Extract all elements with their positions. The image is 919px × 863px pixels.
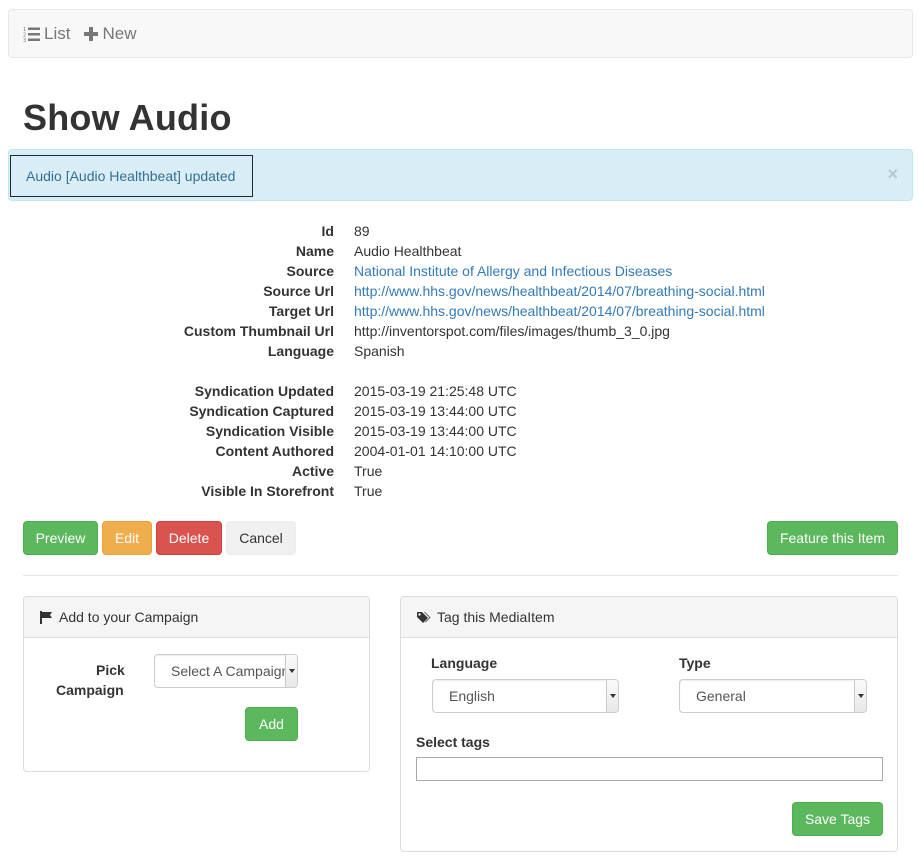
pick-campaign-label-line2: Campaign	[56, 682, 124, 698]
delete-button[interactable]: Delete	[156, 521, 222, 555]
detail-row-active: Active True	[0, 461, 919, 481]
plus-icon	[84, 26, 99, 41]
detail-row-visible-in-storefront: Visible In Storefront True	[0, 481, 919, 501]
detail-value: 2015-03-19 13:44:00 UTC	[354, 403, 517, 419]
detail-value: 2015-03-19 13:44:00 UTC	[354, 423, 517, 439]
detail-label: Name	[295, 243, 334, 259]
type-select[interactable]: General	[679, 679, 867, 713]
type-label: Type	[679, 655, 711, 671]
detail-label: Source	[286, 263, 334, 279]
cancel-button[interactable]: Cancel	[226, 521, 296, 555]
page-title: Show Audio	[23, 97, 232, 138]
detail-row-content-authored: Content Authored 2004-01-01 14:10:00 UTC	[0, 441, 919, 461]
detail-label: Language	[267, 343, 334, 359]
language-select[interactable]: English	[432, 679, 619, 713]
detail-row-name: Name Audio Healthbeat	[0, 241, 919, 261]
tag-panel-heading: Tag this MediaItem	[401, 597, 897, 638]
detail-row-language: Language Spanish	[0, 341, 919, 361]
detail-label: Syndication Visible	[205, 423, 334, 439]
campaign-panel: Add to your Campaign Pick Campaign Selec…	[23, 596, 370, 772]
detail-row-syndication-visible: Syndication Visible 2015-03-19 13:44:00 …	[0, 421, 919, 441]
chevron-down-icon	[606, 680, 618, 712]
detail-value: True	[354, 483, 383, 499]
campaign-panel-heading: Add to your Campaign	[24, 597, 369, 638]
tag-panel-title: Tag this MediaItem	[437, 609, 555, 625]
detail-label: Source Url	[263, 283, 334, 299]
language-label: Language	[431, 655, 498, 671]
detail-label: Syndication Updated	[194, 383, 334, 399]
nav-list-label: List	[44, 23, 71, 43]
nav-list-link[interactable]: 1 2 3 List	[23, 24, 70, 44]
target-url-link[interactable]: http://www.hhs.gov/news/healthbeat/2014/…	[354, 301, 765, 321]
select-tags-input[interactable]	[416, 757, 883, 781]
top-navbar: 1 2 3 List New	[8, 9, 913, 58]
svg-text:3: 3	[23, 38, 26, 42]
feature-item-button[interactable]: Feature this Item	[767, 521, 898, 555]
source-url-link[interactable]: http://www.hhs.gov/news/healthbeat/2014/…	[354, 281, 765, 301]
add-campaign-button[interactable]: Add	[245, 707, 298, 741]
select-tags-label: Select tags	[416, 734, 490, 750]
detail-row-source: Source National Institute of Allergy and…	[0, 261, 919, 281]
language-select-value: English	[449, 688, 495, 704]
detail-label: Visible In Storefront	[201, 483, 334, 499]
detail-row-id: Id 89	[0, 221, 919, 241]
edit-button[interactable]: Edit	[102, 521, 152, 555]
close-icon[interactable]: ×	[887, 164, 898, 184]
alert-message: Audio [Audio Healthbeat] updated	[10, 155, 253, 197]
source-link[interactable]: National Institute of Allergy and Infect…	[354, 261, 672, 281]
campaign-panel-title: Add to your Campaign	[59, 609, 199, 625]
campaign-select[interactable]: Select A Campaign	[154, 654, 298, 688]
detail-label: Target Url	[268, 303, 334, 319]
campaign-select-value: Select A Campaign	[171, 663, 290, 679]
chevron-down-icon	[285, 655, 297, 687]
pick-campaign-label-line1: Pick	[96, 662, 125, 678]
detail-label: Syndication Captured	[189, 403, 334, 419]
detail-value: Audio Healthbeat	[354, 243, 462, 259]
detail-label: Custom Thumbnail Url	[183, 323, 334, 339]
tags-icon	[417, 611, 431, 623]
detail-label: Id	[321, 223, 334, 239]
chevron-down-icon	[854, 680, 866, 712]
section-divider	[23, 575, 898, 576]
nav-new-label: New	[102, 23, 137, 43]
detail-row-thumbnail-url: Custom Thumbnail Url http://inventorspot…	[0, 321, 919, 341]
detail-value: Spanish	[354, 343, 405, 359]
detail-row-source-url: Source Url http://www.hhs.gov/news/healt…	[0, 281, 919, 301]
tag-panel: Tag this MediaItem Language English Type…	[400, 596, 898, 852]
detail-row-target-url: Target Url http://www.hhs.gov/news/healt…	[0, 301, 919, 321]
flag-icon	[40, 610, 52, 624]
detail-row-syndication-updated: Syndication Updated 2015-03-19 21:25:48 …	[0, 381, 919, 401]
detail-label: Content Authored	[215, 443, 334, 459]
detail-label: Active	[291, 463, 334, 479]
list-icon: 1 2 3	[23, 27, 40, 42]
detail-value: 2004-01-01 14:10:00 UTC	[354, 443, 517, 459]
preview-button[interactable]: Preview	[23, 521, 98, 555]
info-alert: Audio [Audio Healthbeat] updated ×	[8, 149, 913, 201]
detail-value: http://inventorspot.com/files/images/thu…	[354, 323, 670, 339]
nav-new-link[interactable]: New	[84, 24, 136, 44]
detail-value: 89	[354, 223, 370, 239]
save-tags-button[interactable]: Save Tags	[792, 802, 883, 836]
type-select-value: General	[696, 688, 746, 704]
detail-row-syndication-captured: Syndication Captured 2015-03-19 13:44:00…	[0, 401, 919, 421]
detail-value: 2015-03-19 21:25:48 UTC	[354, 383, 517, 399]
detail-value: True	[354, 463, 383, 479]
